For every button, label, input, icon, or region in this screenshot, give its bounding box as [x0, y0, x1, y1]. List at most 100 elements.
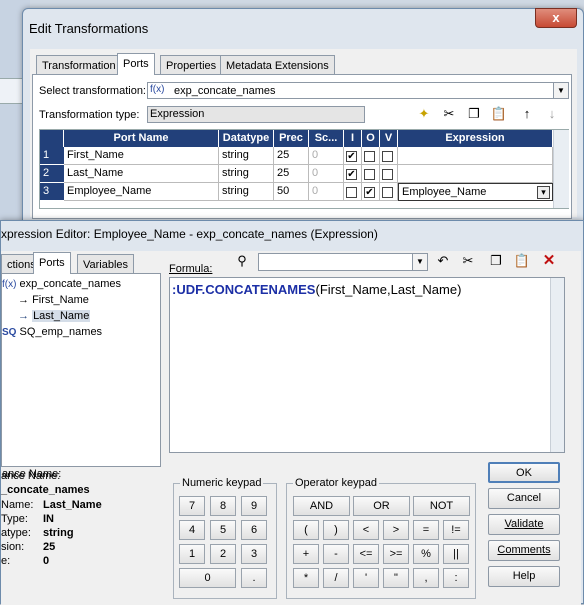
col-output[interactable]: O [362, 130, 380, 147]
cut-icon[interactable]: ✂ [459, 252, 477, 270]
variable-checkbox[interactable] [382, 187, 393, 198]
key-6[interactable]: 6 [241, 520, 267, 540]
find-combo[interactable]: ▼ [258, 253, 428, 271]
key-single-quote[interactable]: ' [353, 568, 379, 588]
key-not-equals[interactable]: != [443, 520, 469, 540]
key-close-paren[interactable]: ) [323, 520, 349, 540]
cut-icon[interactable]: ✂ [440, 105, 458, 123]
key-0[interactable]: 0 [179, 568, 236, 588]
chevron-down-icon[interactable]: ▼ [553, 83, 568, 98]
key-not[interactable]: NOT [413, 496, 470, 516]
prec-cell[interactable]: 25 [274, 165, 309, 183]
key-4[interactable]: 4 [179, 520, 205, 540]
key-greater-equal[interactable]: >= [383, 544, 409, 564]
col-input[interactable]: I [344, 130, 362, 147]
tab-metadata-extensions[interactable]: Metadata Extensions [220, 55, 335, 75]
key-comma[interactable]: , [413, 568, 439, 588]
datatype-cell[interactable]: string [219, 165, 274, 183]
key-and[interactable]: AND [293, 496, 350, 516]
ok-button[interactable]: OK [488, 462, 560, 483]
find-icon[interactable]: ⚲ [233, 252, 251, 270]
chevron-down-icon[interactable]: ▼ [412, 254, 427, 270]
key-5[interactable]: 5 [210, 520, 236, 540]
move-up-icon[interactable]: ↑ [518, 105, 536, 123]
row-number[interactable]: 1 [40, 147, 64, 165]
prec-cell[interactable]: 50 [274, 183, 309, 201]
key-1[interactable]: 1 [179, 544, 205, 564]
move-down-icon[interactable]: ↓ [543, 105, 561, 123]
tree-item-last-name[interactable]: → Last_Name [18, 310, 91, 322]
expression-editor-launch-icon[interactable]: ▾ [537, 186, 550, 199]
key-percent[interactable]: % [413, 544, 439, 564]
output-checkbox[interactable] [364, 169, 375, 180]
validate-button[interactable]: Validate [488, 514, 560, 535]
port-name-cell[interactable]: Last_Name [64, 165, 219, 183]
prec-cell[interactable]: 25 [274, 147, 309, 165]
input-checkbox[interactable]: ✔ [346, 151, 357, 162]
tab-transformation[interactable]: Transformation [36, 55, 122, 75]
undo-icon[interactable]: ↶ [434, 252, 452, 270]
cancel-button[interactable]: Cancel [488, 488, 560, 509]
tab-variables[interactable]: Variables [77, 254, 135, 274]
paste-icon[interactable]: 📋 [490, 105, 508, 123]
scale-cell[interactable]: 0 [309, 147, 344, 165]
new-port-icon[interactable]: ✦ [415, 105, 433, 123]
copy-icon[interactable]: ❐ [487, 252, 505, 270]
key-2[interactable]: 2 [210, 544, 236, 564]
key-concat[interactable]: || [443, 544, 469, 564]
select-transformation-combo[interactable]: f(x) exp_concate_names ▼ [147, 82, 569, 99]
key-minus[interactable]: - [323, 544, 349, 564]
col-port-name[interactable]: Port Name [64, 130, 219, 147]
port-name-cell[interactable]: Employee_Name [64, 183, 219, 201]
formula-editor[interactable]: :UDF.CONCATENAMES(First_Name,Last_Name) [169, 277, 565, 453]
paste-icon[interactable]: 📋 [513, 252, 531, 270]
col-prec[interactable]: Prec [274, 130, 309, 147]
scale-cell[interactable]: 0 [309, 165, 344, 183]
key-plus[interactable]: + [293, 544, 319, 564]
key-open-paren[interactable]: ( [293, 520, 319, 540]
key-multiply[interactable]: * [293, 568, 319, 588]
key-or[interactable]: OR [353, 496, 410, 516]
row-number[interactable]: 2 [40, 165, 64, 183]
tab-ports[interactable]: Ports [117, 53, 155, 75]
output-checkbox[interactable]: ✔ [364, 187, 375, 198]
tree-root[interactable]: f(x) exp_concate_names [2, 278, 121, 290]
delete-icon[interactable]: ✕ [540, 252, 558, 270]
comments-button[interactable]: Comments [488, 540, 560, 561]
key-colon[interactable]: : [443, 568, 469, 588]
row-number[interactable]: 3 [40, 183, 64, 201]
key-less-equal[interactable]: <= [353, 544, 379, 564]
key-3[interactable]: 3 [241, 544, 267, 564]
key-equals[interactable]: = [413, 520, 439, 540]
expression-cell-active[interactable]: Employee_Name ▾ [398, 183, 553, 201]
variable-checkbox[interactable] [382, 169, 393, 180]
key-8[interactable]: 8 [210, 496, 236, 516]
key-7[interactable]: 7 [179, 496, 205, 516]
key-decimal[interactable]: . [241, 568, 267, 588]
input-checkbox[interactable] [346, 187, 357, 198]
formula-scrollbar[interactable] [550, 278, 564, 452]
col-expression[interactable]: Expression [398, 130, 553, 147]
key-9[interactable]: 9 [241, 496, 267, 516]
tab-ports[interactable]: Ports [33, 252, 71, 274]
close-button[interactable]: x [535, 8, 577, 28]
datatype-cell[interactable]: string [219, 147, 274, 165]
input-checkbox[interactable]: ✔ [346, 169, 357, 180]
datatype-cell[interactable]: string [219, 183, 274, 201]
col-scale[interactable]: Sc... [309, 130, 344, 147]
tree-item-source[interactable]: SQ SQ_emp_names [2, 326, 102, 338]
tree-item-first-name[interactable]: → First_Name [18, 294, 89, 306]
port-name-cell[interactable]: First_Name [64, 147, 219, 165]
expression-cell[interactable] [398, 165, 553, 183]
copy-icon[interactable]: ❐ [465, 105, 483, 123]
key-double-quote[interactable]: " [383, 568, 409, 588]
scale-cell[interactable]: 0 [309, 183, 344, 201]
key-divide[interactable]: / [323, 568, 349, 588]
expression-cell[interactable] [398, 147, 553, 165]
tab-properties[interactable]: Properties [160, 55, 223, 75]
grid-scrollbar[interactable] [553, 130, 569, 208]
col-variable[interactable]: V [380, 130, 398, 147]
help-button[interactable]: Help [488, 566, 560, 587]
variable-checkbox[interactable] [382, 151, 393, 162]
output-checkbox[interactable] [364, 151, 375, 162]
